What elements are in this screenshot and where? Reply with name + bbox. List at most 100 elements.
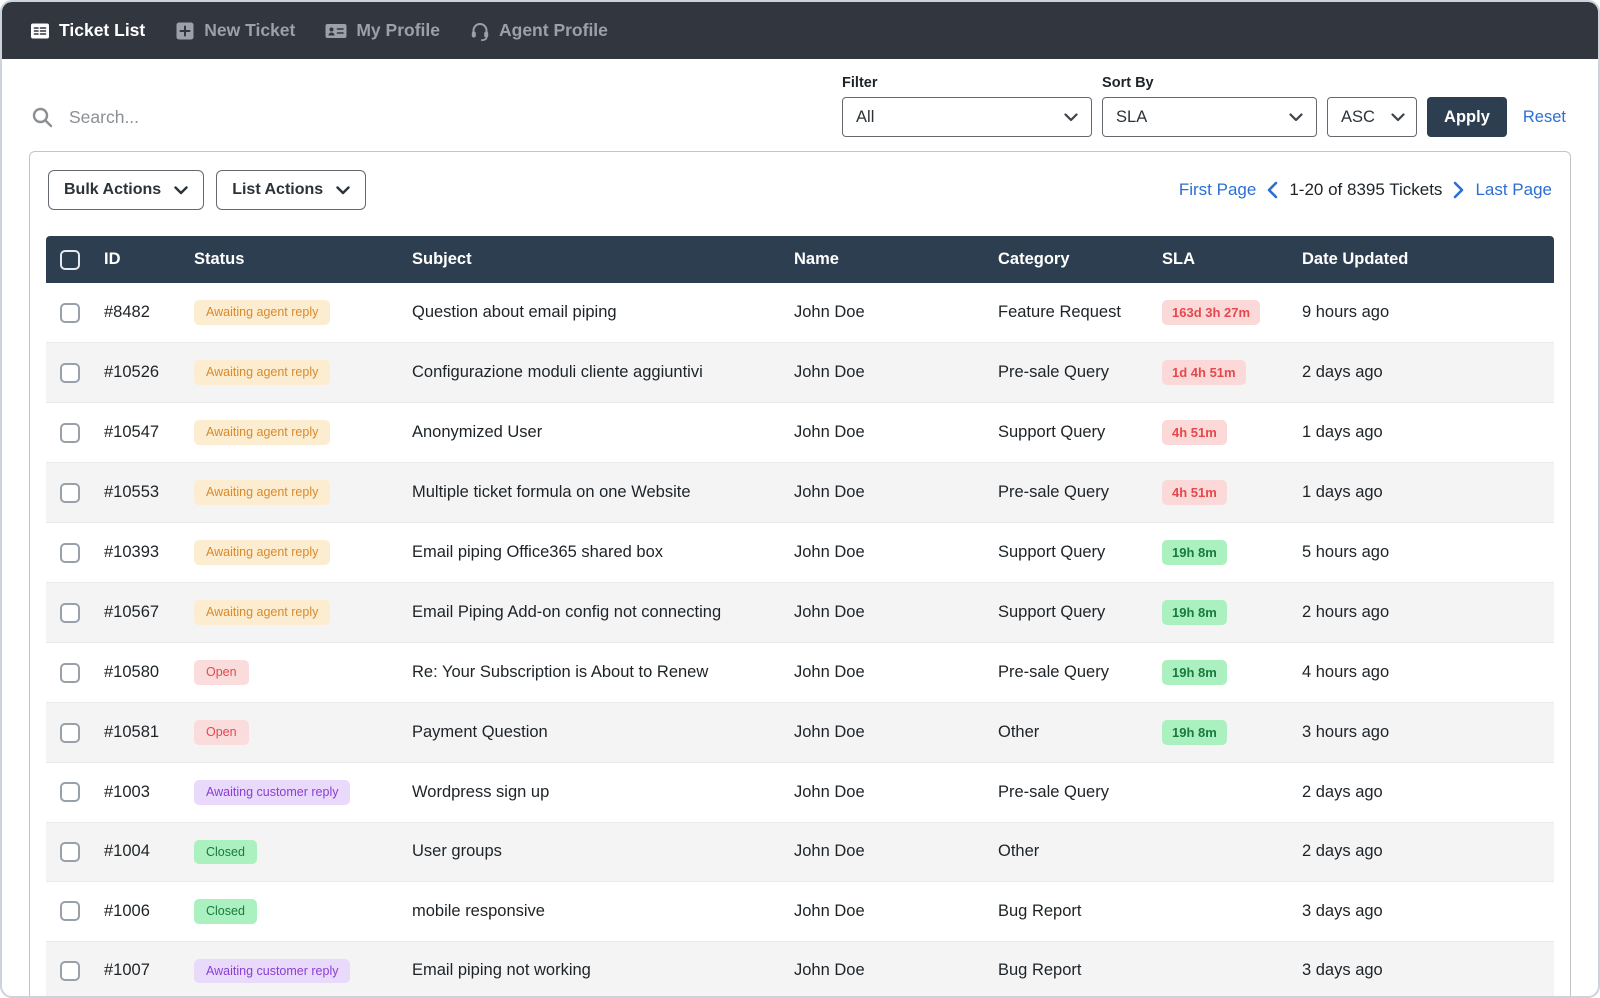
pagination: First Page 1-20 of 8395 Tickets Last Pag…: [1179, 180, 1552, 200]
ticket-name: John Doe: [784, 462, 988, 523]
ticket-subject[interactable]: Configurazione moduli cliente aggiuntivi: [402, 342, 784, 403]
ticket-name: John Doe: [784, 642, 988, 703]
status-badge: Open: [194, 720, 249, 745]
last-page-link[interactable]: Last Page: [1475, 180, 1552, 200]
row-checkbox[interactable]: [60, 362, 80, 383]
ticket-date: 9 hours ago: [1292, 283, 1554, 343]
chevron-down-icon: [174, 185, 188, 195]
list-actions-button[interactable]: List Actions: [216, 170, 367, 210]
chevron-down-icon: [1391, 112, 1405, 122]
next-page-button[interactable]: [1453, 181, 1464, 199]
ticket-id: #10581: [94, 702, 184, 763]
row-checkbox[interactable]: [60, 841, 80, 862]
ticket-subject[interactable]: Email Piping Add-on config not connectin…: [402, 582, 784, 643]
status-badge: Awaiting agent reply: [194, 420, 331, 445]
row-checkbox[interactable]: [60, 602, 80, 623]
apply-button[interactable]: Apply: [1427, 97, 1507, 137]
table-row[interactable]: #1004 Closed User groups John Doe Other …: [46, 822, 1554, 882]
ticket-subject[interactable]: Re: Your Subscription is About to Renew: [402, 642, 784, 703]
table-row[interactable]: #10553 Awaiting agent reply Multiple tic…: [46, 462, 1554, 523]
row-checkbox[interactable]: [60, 422, 80, 443]
ticket-id: #1007: [94, 941, 184, 996]
previous-page-button[interactable]: [1267, 181, 1278, 199]
ticket-date: 3 days ago: [1292, 881, 1554, 942]
row-checkbox[interactable]: [60, 901, 80, 922]
ticket-subject[interactable]: Payment Question: [402, 702, 784, 763]
ticket-category: Feature Request: [988, 283, 1152, 343]
ticket-subject[interactable]: mobile responsive: [402, 881, 784, 942]
column-header-status: Status: [184, 236, 402, 283]
sort-select-value: SLA: [1116, 107, 1148, 126]
nav-new-ticket[interactable]: New Ticket: [175, 20, 295, 41]
table-header-row: ID Status Subject Name Category SLA Date…: [46, 236, 1554, 283]
status-badge: Awaiting agent reply: [194, 540, 331, 565]
row-checkbox[interactable]: [60, 782, 80, 803]
action-buttons: Bulk Actions List Actions: [48, 170, 367, 210]
ticket-subject[interactable]: User groups: [402, 822, 784, 882]
sort-order-select[interactable]: ASC: [1327, 97, 1418, 137]
row-checkbox[interactable]: [60, 302, 80, 323]
ticket-subject[interactable]: Email piping Office365 shared box: [402, 522, 784, 583]
nav-my-profile[interactable]: My Profile: [325, 20, 440, 41]
table-row[interactable]: #10393 Awaiting agent reply Email piping…: [46, 522, 1554, 583]
nav-agent-profile[interactable]: Agent Profile: [470, 20, 608, 41]
bulk-actions-button[interactable]: Bulk Actions: [48, 170, 205, 210]
status-badge: Awaiting agent reply: [194, 480, 331, 505]
table-row[interactable]: #10526 Awaiting agent reply Configurazio…: [46, 342, 1554, 403]
ticket-name: John Doe: [784, 822, 988, 882]
ticket-subject[interactable]: Question about email piping: [402, 283, 784, 343]
reset-link[interactable]: Reset: [1523, 108, 1566, 127]
nav-ticket-list[interactable]: Ticket List: [30, 20, 145, 41]
ticket-id: #10553: [94, 462, 184, 523]
sla-cell: [1152, 762, 1292, 823]
table-row[interactable]: #8482 Awaiting agent reply Question abou…: [46, 283, 1554, 343]
search-input[interactable]: [67, 105, 427, 129]
sla-cell: [1152, 941, 1292, 996]
list-actions-label: List Actions: [232, 181, 324, 198]
table-row[interactable]: #1007 Awaiting customer reply Email pipi…: [46, 941, 1554, 996]
ticket-subject[interactable]: Anonymized User: [402, 402, 784, 463]
ticket-subject[interactable]: Email piping not working: [402, 941, 784, 996]
row-checkbox[interactable]: [60, 542, 80, 563]
ticket-subject[interactable]: Multiple ticket formula on one Website: [402, 462, 784, 523]
ticket-id: #1006: [94, 881, 184, 942]
nav-label: My Profile: [356, 20, 440, 40]
filter-select-value: All: [856, 107, 875, 126]
first-page-link[interactable]: First Page: [1179, 180, 1256, 200]
chevron-down-icon: [336, 185, 350, 195]
filter-toolbar: Filter All Sort By SLA ASC: [2, 59, 1598, 151]
row-checkbox[interactable]: [60, 722, 80, 743]
table-row[interactable]: #10547 Awaiting agent reply Anonymized U…: [46, 402, 1554, 463]
bulk-actions-label: Bulk Actions: [64, 181, 162, 198]
app-frame: Ticket List New Ticket My Profile Agent …: [0, 0, 1600, 998]
sort-select[interactable]: SLA: [1102, 97, 1318, 137]
sort-group: Sort By SLA: [1102, 75, 1318, 137]
ticket-category: Pre-sale Query: [988, 762, 1152, 823]
table-row[interactable]: #10581 Open Payment Question John Doe Ot…: [46, 702, 1554, 763]
ticket-name: John Doe: [784, 702, 988, 763]
table-row[interactable]: #1006 Closed mobile responsive John Doe …: [46, 881, 1554, 942]
ticket-id: #1004: [94, 822, 184, 882]
ticket-subject[interactable]: Wordpress sign up: [402, 762, 784, 823]
ticket-category: Bug Report: [988, 941, 1152, 996]
filter-select[interactable]: All: [842, 97, 1093, 137]
sla-badge: 19h 8m: [1162, 660, 1227, 685]
select-all-checkbox[interactable]: [60, 249, 80, 270]
table-row[interactable]: #10567 Awaiting agent reply Email Piping…: [46, 582, 1554, 643]
agent-profile-icon: [470, 21, 490, 41]
row-checkbox[interactable]: [60, 662, 80, 683]
ticket-name: John Doe: [784, 762, 988, 823]
ticket-date: 2 days ago: [1292, 762, 1554, 823]
table-row[interactable]: #10580 Open Re: Your Subscription is Abo…: [46, 642, 1554, 703]
table-row[interactable]: #1003 Awaiting customer reply Wordpress …: [46, 762, 1554, 823]
ticket-category: Support Query: [988, 582, 1152, 643]
sla-cell: 19h 8m: [1152, 582, 1292, 643]
ticket-date: 5 hours ago: [1292, 522, 1554, 583]
ticket-table-body: #8482 Awaiting agent reply Question abou…: [46, 283, 1554, 996]
row-checkbox[interactable]: [60, 960, 80, 981]
ticket-name: John Doe: [784, 342, 988, 403]
row-checkbox[interactable]: [60, 482, 80, 503]
column-header-id: ID: [94, 236, 184, 283]
ticket-category: Other: [988, 702, 1152, 763]
ticket-date: 1 days ago: [1292, 462, 1554, 523]
